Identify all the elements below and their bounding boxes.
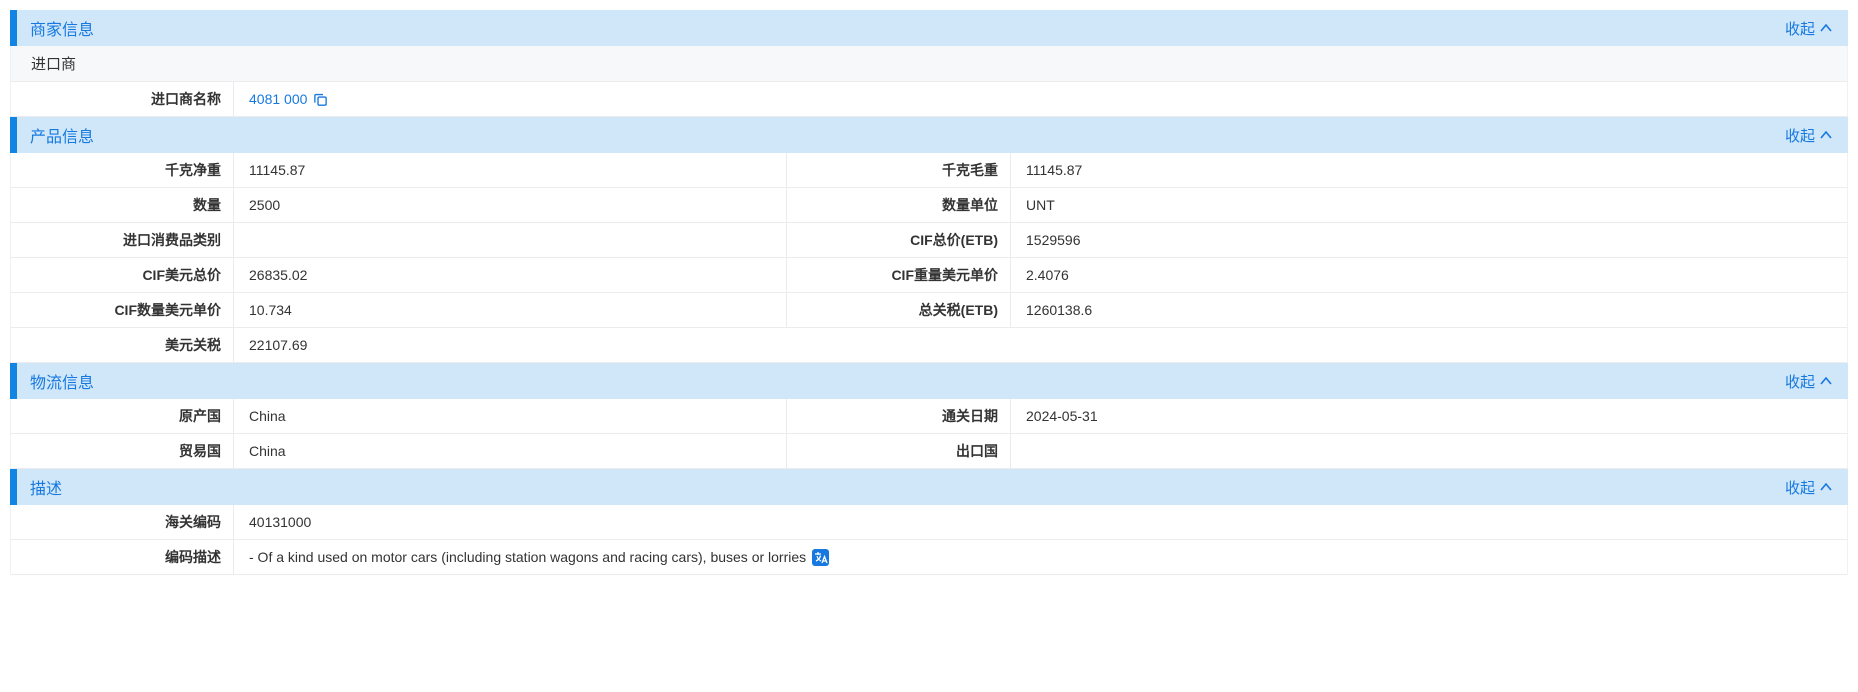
collapse-label: 收起 (1785, 18, 1815, 39)
collapse-label: 收起 (1785, 477, 1815, 498)
hs-code-label: 海关编码 (11, 505, 234, 539)
table-row: 美元关税 22107.69 (11, 328, 1847, 363)
net-weight-value: 11145.87 (234, 153, 787, 187)
collapse-button-product[interactable]: 收起 (1785, 125, 1832, 146)
accent-bar (10, 363, 17, 399)
trade-country-label: 贸易国 (11, 434, 234, 468)
total-duty-etb-label: 总关税(ETB) (787, 293, 1011, 327)
importer-name-link[interactable]: 4081 000 (249, 91, 307, 107)
clearance-date-value: 2024-05-31 (1011, 399, 1847, 433)
cif-usd-total-value: 26835.02 (234, 258, 787, 292)
chevron-up-icon (1820, 131, 1832, 139)
table-row: 数量 2500 数量单位 UNT (11, 188, 1847, 223)
table-row: 海关编码 40131000 (11, 505, 1847, 540)
copy-icon[interactable] (313, 92, 328, 107)
section-header-merchant: 商家信息 收起 (10, 10, 1848, 46)
clearance-date-label: 通关日期 (787, 399, 1011, 433)
export-country-label: 出口国 (787, 434, 1011, 468)
net-weight-label: 千克净重 (11, 153, 234, 187)
quantity-unit-value: UNT (1011, 188, 1847, 222)
importer-name-label: 进口商名称 (11, 82, 234, 116)
quantity-label: 数量 (11, 188, 234, 222)
chevron-up-icon (1820, 483, 1832, 491)
total-duty-etb-value: 1260138.6 (1011, 293, 1847, 327)
code-description-label: 编码描述 (11, 540, 234, 574)
merchant-subheader: 进口商 (10, 46, 1848, 82)
collapse-label: 收起 (1785, 371, 1815, 392)
cif-total-etb-value: 1529596 (1011, 223, 1847, 257)
section-header-logistics: 物流信息 收起 (10, 363, 1848, 399)
accent-bar (10, 117, 17, 153)
origin-country-value: China (234, 399, 787, 433)
collapse-button-logistics[interactable]: 收起 (1785, 371, 1832, 392)
table-row: 编码描述 - Of a kind used on motor cars (inc… (11, 540, 1847, 575)
accent-bar (10, 469, 17, 505)
importer-name-cell: 4081 000 (234, 82, 1847, 116)
consumer-goods-category-label: 进口消费品类别 (11, 223, 234, 257)
section-title-logistics: 物流信息 (30, 369, 94, 393)
cif-usd-total-label: CIF美元总价 (11, 258, 234, 292)
trade-country-value: China (234, 434, 787, 468)
section-header-product: 产品信息 收起 (10, 117, 1848, 153)
section-title-description: 描述 (30, 475, 62, 499)
section-title-product: 产品信息 (30, 123, 94, 147)
gross-weight-value: 11145.87 (1011, 153, 1847, 187)
translate-icon[interactable] (812, 549, 829, 566)
table-row: 原产国 China 通关日期 2024-05-31 (11, 399, 1847, 434)
origin-country-label: 原产国 (11, 399, 234, 433)
gross-weight-label: 千克毛重 (787, 153, 1011, 187)
section-header-description: 描述 收起 (10, 469, 1848, 505)
cif-usd-per-weight-label: CIF重量美元单价 (787, 258, 1011, 292)
table-row: CIF数量美元单价 10.734 总关税(ETB) 1260138.6 (11, 293, 1847, 328)
usd-duty-value: 22107.69 (234, 328, 1847, 362)
hs-code-value: 40131000 (234, 505, 1847, 539)
code-description-cell: - Of a kind used on motor cars (includin… (234, 540, 1847, 574)
table-row-importer-name: 进口商名称 4081 000 (11, 82, 1847, 117)
collapse-button-merchant[interactable]: 收起 (1785, 18, 1832, 39)
export-country-value (1011, 434, 1847, 468)
cif-usd-per-unit-value: 10.734 (234, 293, 787, 327)
table-row: 千克净重 11145.87 千克毛重 11145.87 (11, 153, 1847, 188)
table-row: 贸易国 China 出口国 (11, 434, 1847, 469)
cif-total-etb-label: CIF总价(ETB) (787, 223, 1011, 257)
chevron-up-icon (1820, 377, 1832, 385)
accent-bar (10, 10, 17, 46)
quantity-value: 2500 (234, 188, 787, 222)
table-row: CIF美元总价 26835.02 CIF重量美元单价 2.4076 (11, 258, 1847, 293)
chevron-up-icon (1820, 24, 1832, 32)
collapse-label: 收起 (1785, 125, 1815, 146)
section-title-merchant: 商家信息 (30, 16, 94, 40)
code-description-text: - Of a kind used on motor cars (includin… (249, 549, 806, 565)
quantity-unit-label: 数量单位 (787, 188, 1011, 222)
table-row: 进口消费品类别 CIF总价(ETB) 1529596 (11, 223, 1847, 258)
cif-usd-per-weight-value: 2.4076 (1011, 258, 1847, 292)
collapse-button-description[interactable]: 收起 (1785, 477, 1832, 498)
consumer-goods-category-value (234, 223, 787, 257)
cif-usd-per-unit-label: CIF数量美元单价 (11, 293, 234, 327)
usd-duty-label: 美元关税 (11, 328, 234, 362)
